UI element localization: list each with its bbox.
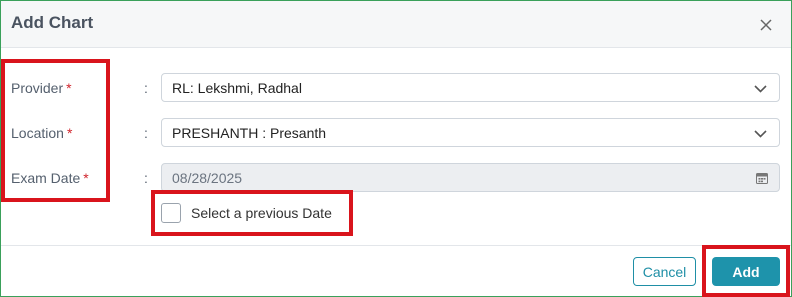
required-mark: * (83, 170, 89, 186)
dialog-title: Add Chart (11, 13, 94, 32)
add-chart-dialog: Add Chart Provider * : RL: Lekshmi, Radha… (0, 0, 792, 297)
previous-date-checkbox[interactable] (161, 203, 181, 223)
exam-date-input[interactable]: 08/28/2025 (161, 163, 780, 192)
provider-colon: : (144, 80, 148, 96)
dialog-header: Add Chart (1, 1, 791, 48)
chevron-down-icon (754, 130, 767, 138)
add-button[interactable]: Add (712, 257, 780, 286)
provider-label: Provider * (11, 80, 72, 96)
required-mark: * (66, 125, 73, 141)
location-value: PRESHANTH : Presanth (172, 124, 327, 141)
chevron-down-icon (754, 85, 767, 93)
location-colon: : (144, 125, 148, 141)
location-label: Location * (11, 125, 73, 141)
footer-divider (1, 245, 791, 246)
previous-date-label[interactable]: Select a previous Date (191, 205, 332, 221)
close-button[interactable] (753, 12, 779, 38)
cancel-button[interactable]: Cancel (633, 257, 696, 286)
exam-date-value: 08/28/2025 (172, 169, 243, 186)
calendar-icon (756, 173, 768, 184)
provider-select[interactable]: RL: Lekshmi, Radhal (161, 73, 780, 102)
exam-date-colon: : (144, 170, 148, 186)
location-select[interactable]: PRESHANTH : Presanth (161, 118, 780, 147)
close-icon (760, 19, 772, 31)
exam-date-label: Exam Date * (11, 170, 89, 186)
provider-value: RL: Lekshmi, Radhal (172, 79, 302, 96)
required-mark: * (66, 80, 72, 96)
